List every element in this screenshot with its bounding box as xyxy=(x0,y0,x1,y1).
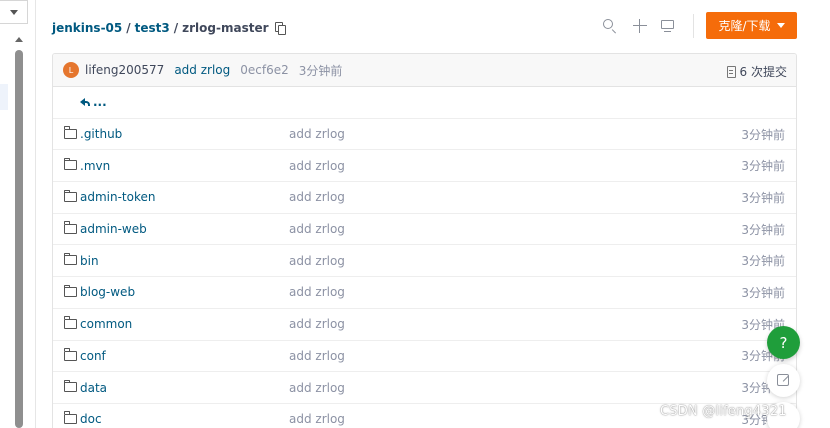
file-commit-message[interactable]: add zrlog xyxy=(289,349,345,363)
file-commit-time: 3分钟前 xyxy=(741,254,785,269)
file-name-link[interactable]: admin-web xyxy=(80,222,147,236)
file-commit-message[interactable]: add zrlog xyxy=(289,127,345,141)
parent-directory-link[interactable]: ... xyxy=(93,95,107,109)
file-commit-time: 3分钟前 xyxy=(741,222,785,237)
file-name-link[interactable]: bin xyxy=(80,254,99,268)
back-arrow-icon xyxy=(80,97,92,107)
left-panel xyxy=(0,0,36,428)
file-row[interactable]: data add zrlog 3分钟前 xyxy=(53,372,796,404)
breadcrumb-separator: / xyxy=(173,21,179,35)
folder-icon xyxy=(63,379,77,393)
folder-icon xyxy=(63,253,77,266)
file-row[interactable]: admin-web add zrlog 3分钟前 xyxy=(53,214,796,246)
commit-author[interactable]: lifeng200577 xyxy=(85,63,164,77)
file-row[interactable]: conf add zrlog 3分钟前 xyxy=(53,341,796,373)
copy-icon[interactable] xyxy=(274,21,287,35)
file-commit-message[interactable]: add zrlog xyxy=(289,159,345,173)
panel-highlight xyxy=(0,84,8,110)
file-name-link[interactable]: data xyxy=(80,381,107,395)
file-commit-message[interactable]: add zrlog xyxy=(289,254,345,268)
file-name-link[interactable]: admin-token xyxy=(80,190,156,204)
breadcrumb-repo[interactable]: test3 xyxy=(135,21,170,35)
clone-download-button[interactable]: 克隆/下载 xyxy=(706,12,797,39)
breadcrumb-owner[interactable]: jenkins-05 xyxy=(52,21,122,35)
chevron-down-icon xyxy=(10,10,18,15)
file-row[interactable]: blog-web add zrlog 3分钟前 xyxy=(53,277,796,309)
commits-count-link[interactable]: 6 次提交 xyxy=(726,63,787,80)
breadcrumb: jenkins-05 / test3 / zrlog-master xyxy=(52,19,287,37)
file-row[interactable]: common add zrlog 3分钟前 xyxy=(53,309,796,341)
chevron-down-icon xyxy=(776,23,785,28)
feedback-button[interactable] xyxy=(767,364,800,397)
file-commit-message[interactable]: add zrlog xyxy=(289,285,345,299)
document-icon xyxy=(726,65,736,78)
search-icon[interactable] xyxy=(601,17,619,35)
file-name-link[interactable]: .github xyxy=(80,127,122,141)
folder-icon xyxy=(63,189,77,203)
file-name-link[interactable]: common xyxy=(80,317,132,331)
help-button[interactable]: ? xyxy=(767,326,800,359)
header-divider xyxy=(693,14,694,38)
commit-time: 3分钟前 xyxy=(298,63,343,78)
breadcrumb-separator: / xyxy=(126,21,131,35)
folder-icon xyxy=(63,126,77,139)
commit-message[interactable]: add zrlog xyxy=(174,63,230,77)
file-row[interactable]: .github add zrlog 3分钟前 xyxy=(53,119,796,151)
watermark: CSDN @lifeng4321 xyxy=(660,404,787,419)
file-browser: L lifeng200577 add zrlog 0ecf6e2 3分钟前 6 … xyxy=(52,53,797,428)
file-commit-message[interactable]: add zrlog xyxy=(289,412,345,426)
scroll-up-arrow-icon[interactable] xyxy=(15,37,23,42)
file-commit-time: 3分钟前 xyxy=(741,190,785,205)
file-commit-message[interactable]: add zrlog xyxy=(289,381,345,395)
folder-icon xyxy=(63,284,77,298)
file-commit-message[interactable]: add zrlog xyxy=(289,222,345,236)
file-commit-time: 3分钟前 xyxy=(741,159,785,174)
file-commit-time: 3分钟前 xyxy=(741,127,785,142)
monitor-icon[interactable] xyxy=(659,17,677,35)
file-commit-message[interactable]: add zrlog xyxy=(289,190,345,204)
folder-icon xyxy=(63,157,77,171)
latest-commit-bar: L lifeng200577 add zrlog 0ecf6e2 3分钟前 6 … xyxy=(53,54,796,87)
folder-icon xyxy=(63,221,77,234)
commit-sha[interactable]: 0ecf6e2 xyxy=(240,63,289,77)
file-row[interactable]: bin add zrlog 3分钟前 xyxy=(53,245,796,278)
file-name-link[interactable]: .mvn xyxy=(80,159,110,173)
folder-icon xyxy=(63,411,77,424)
file-row[interactable]: admin-token add zrlog 3分钟前 xyxy=(53,182,796,214)
folder-icon xyxy=(63,316,77,329)
file-name-link[interactable]: conf xyxy=(80,349,106,363)
clone-download-label: 克隆/下载 xyxy=(718,19,771,33)
file-row[interactable]: .mvn add zrlog 3分钟前 xyxy=(53,150,796,183)
folder-icon xyxy=(63,348,77,361)
panel-dropdown[interactable] xyxy=(0,0,28,24)
scrollbar-thumb[interactable] xyxy=(15,50,23,428)
file-name-link[interactable]: doc xyxy=(80,412,102,426)
file-commit-message[interactable]: add zrlog xyxy=(289,317,345,331)
avatar[interactable]: L xyxy=(63,62,79,78)
breadcrumb-path: zrlog-master xyxy=(182,21,269,35)
commits-count-label: 6 次提交 xyxy=(739,65,787,79)
file-name-link[interactable]: blog-web xyxy=(80,285,135,299)
plus-icon[interactable] xyxy=(631,17,649,35)
file-commit-time: 3分钟前 xyxy=(741,285,785,300)
parent-directory-row[interactable]: ... xyxy=(53,87,796,119)
file-list: .github add zrlog 3分钟前 .mvn add zrlog 3分钟前 adm… xyxy=(53,119,796,428)
